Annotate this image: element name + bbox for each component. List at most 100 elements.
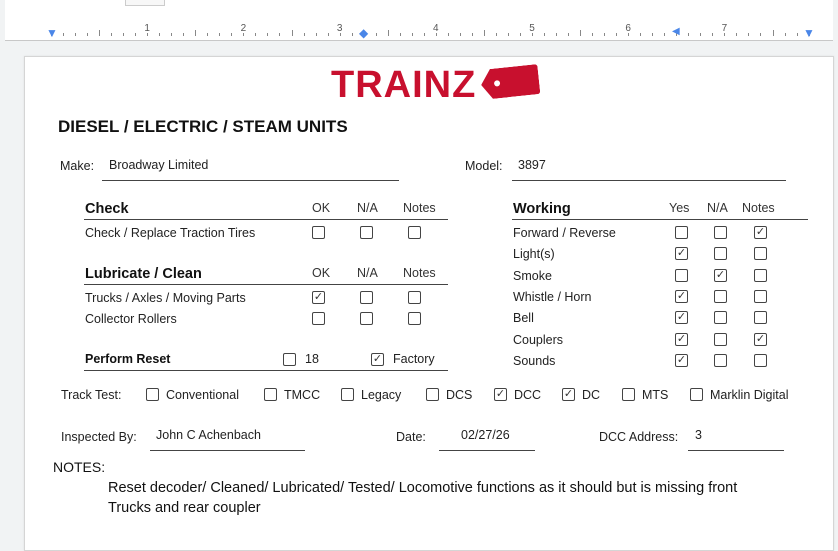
ruler-tick [327, 33, 329, 36]
ruler-tick [291, 30, 293, 36]
working-row-notes-checkbox[interactable] [754, 333, 767, 346]
lubricate-row-notes-checkbox[interactable] [408, 312, 421, 325]
working-row-na-checkbox[interactable] [714, 354, 727, 367]
track-test-checkbox[interactable] [622, 388, 635, 401]
working-row-yes-checkbox[interactable] [675, 333, 688, 346]
track-test-option-label: TMCC [284, 388, 321, 402]
logo-text: TRAINZ [331, 64, 477, 106]
working-row-label: Bell [513, 311, 534, 325]
working-row-notes-checkbox[interactable] [754, 226, 767, 239]
ruler-tick [87, 33, 89, 36]
ruler-tick [507, 33, 509, 36]
ruler-tick [736, 33, 738, 36]
working-row-notes-checkbox[interactable] [754, 311, 767, 324]
working-row-na-checkbox[interactable] [714, 333, 727, 346]
perform-reset-label: Perform Reset [85, 352, 171, 366]
track-test-checkbox[interactable] [690, 388, 703, 401]
working-row-yes-checkbox[interactable] [675, 226, 688, 239]
ruler-tick [616, 33, 618, 36]
lubricate-col-na: N/A [357, 266, 378, 280]
ruler-tick [760, 33, 762, 36]
working-row-na-checkbox[interactable] [714, 226, 727, 239]
ruler-tick [255, 33, 257, 36]
working-row-notes-checkbox[interactable] [754, 354, 767, 367]
ruler-tick [640, 33, 642, 36]
reset-factory-checkbox[interactable] [371, 353, 384, 366]
working-row-notes-checkbox[interactable] [754, 269, 767, 282]
right-indent-marker[interactable]: ▼ [803, 27, 815, 39]
ruler-tick [375, 33, 377, 36]
ruler-tick [772, 30, 774, 36]
working-row-na-checkbox[interactable] [714, 269, 727, 282]
check-row-na-checkbox[interactable] [360, 226, 373, 239]
notes-line-2[interactable]: Trucks and rear coupler [108, 498, 261, 518]
track-test-checkbox[interactable] [494, 388, 507, 401]
working-row-label: Couplers [513, 333, 564, 347]
ruler-tick [207, 33, 209, 36]
ruler-tick [664, 33, 666, 36]
track-test-checkbox[interactable] [341, 388, 354, 401]
check-row-label: Check / Replace Traction Tires [85, 226, 256, 240]
lubricate-row-notes-checkbox[interactable] [408, 291, 421, 304]
date-field[interactable]: 02/27/26 [461, 428, 510, 442]
notes-label: NOTES: [53, 459, 106, 475]
date-underline [439, 450, 535, 451]
lubricate-row-na-checkbox[interactable] [360, 312, 373, 325]
lubricate-col-notes: Notes [403, 266, 436, 280]
ruler-tick [652, 33, 654, 36]
working-row-yes-checkbox[interactable] [675, 247, 688, 260]
working-row-notes-checkbox[interactable] [754, 290, 767, 303]
left-indent-marker[interactable]: ▼ [46, 27, 58, 39]
working-row-label: Sounds [513, 354, 556, 368]
check-row-notes-checkbox[interactable] [408, 226, 421, 239]
model-field[interactable]: 3897 [518, 158, 546, 172]
ruler-tick [459, 33, 461, 36]
working-row-yes-checkbox[interactable] [675, 269, 688, 282]
working-heading: Working [513, 201, 571, 217]
working-row-label: Light(s) [513, 247, 555, 261]
ruler-tick [195, 30, 197, 36]
working-row-yes-checkbox[interactable] [675, 311, 688, 324]
track-test-checkbox[interactable] [264, 388, 277, 401]
ruler-tick [111, 33, 113, 36]
horizontal-ruler: 1 2 3 4 5 6 7 ▼ ◆ ◀ ▼ [5, 0, 833, 41]
ruler-number: 2 [240, 23, 247, 34]
ruler-tab-handle[interactable] [125, 0, 165, 6]
working-col-notes: Notes [742, 201, 775, 215]
working-row-yes-checkbox[interactable] [675, 354, 688, 367]
ruler-tick [796, 33, 798, 36]
working-row-na-checkbox[interactable] [714, 247, 727, 260]
lubricate-row-ok-checkbox[interactable] [312, 291, 325, 304]
working-row-notes-checkbox[interactable] [754, 247, 767, 260]
track-test-option-label: MTS [642, 388, 669, 402]
ruler-tick [99, 30, 101, 36]
ruler-tick [159, 33, 161, 36]
notes-line-1[interactable]: Reset decoder/ Cleaned/ Lubricated/ Test… [108, 478, 737, 498]
track-test-checkbox[interactable] [426, 388, 439, 401]
working-row-na-checkbox[interactable] [714, 290, 727, 303]
ruler-tick [447, 33, 449, 36]
lubricate-row-na-checkbox[interactable] [360, 291, 373, 304]
working-row-yes-checkbox[interactable] [675, 290, 688, 303]
tab-stop-marker[interactable]: ◆ [359, 27, 368, 39]
ruler-tick [544, 33, 546, 36]
dcc-address-field[interactable]: 3 [695, 428, 702, 442]
reset-18-checkbox[interactable] [283, 353, 296, 366]
check-row-ok-checkbox[interactable] [312, 226, 325, 239]
price-tag-icon [480, 64, 541, 100]
reset-18-label: 18 [305, 352, 319, 366]
working-row-na-checkbox[interactable] [714, 311, 727, 324]
make-field[interactable]: Broadway Limited [109, 158, 208, 172]
hanging-indent-marker[interactable]: ◀ [672, 26, 680, 38]
inspected-by-label: Inspected By: [61, 430, 137, 444]
ruler-number: 4 [433, 23, 439, 34]
track-test-checkbox[interactable] [562, 388, 575, 401]
make-label: Make: [60, 159, 95, 173]
inspected-by-field[interactable]: John C Achenbach [156, 428, 261, 442]
track-test-option-label: Conventional [166, 388, 239, 402]
track-test-checkbox[interactable] [146, 388, 159, 401]
lubricate-row-ok-checkbox[interactable] [312, 312, 325, 325]
ruler-tick [495, 33, 497, 36]
document-page[interactable]: TRAINZ DIESEL / ELECTRIC / STEAM UNITS M… [24, 56, 834, 551]
ruler-tick [748, 33, 750, 36]
